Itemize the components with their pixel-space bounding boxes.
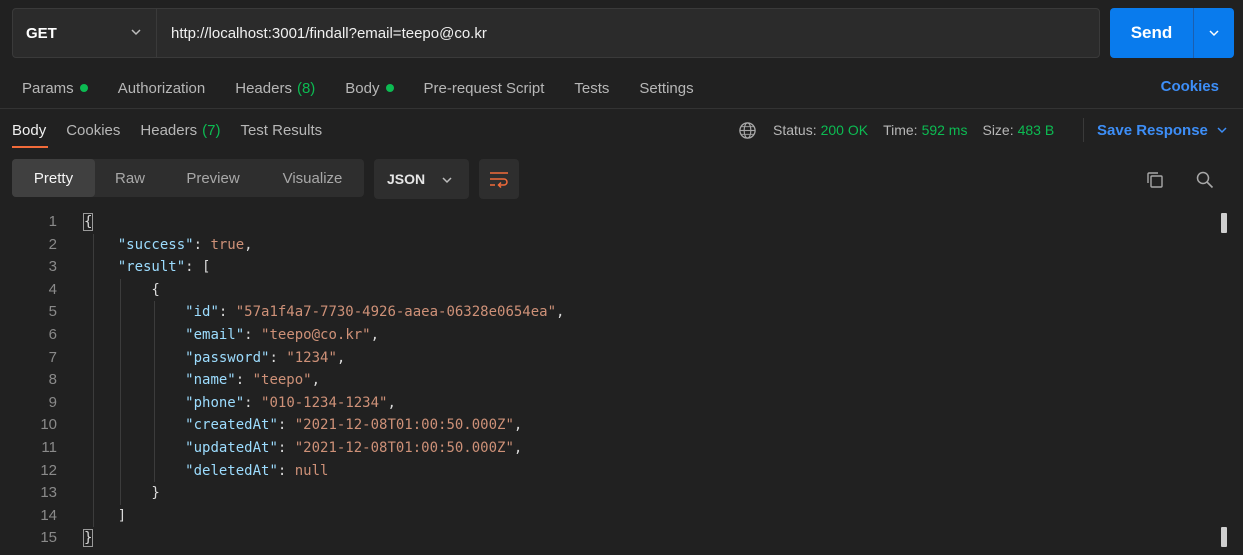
line-number: 14 xyxy=(40,506,57,524)
send-button[interactable]: Send xyxy=(1110,8,1194,58)
code-text: "success": true, xyxy=(117,236,253,253)
headers-count: (7) xyxy=(202,121,221,139)
code-text: { xyxy=(82,213,94,231)
save-response-label: Save Response xyxy=(1097,121,1208,139)
tab-label: Headers xyxy=(140,121,198,139)
line-number: 2 xyxy=(48,235,57,253)
tab-label: Authorization xyxy=(117,79,206,97)
line-number: 3 xyxy=(48,258,57,276)
tab-label: Test Results xyxy=(240,121,323,139)
wrap-lines-icon xyxy=(490,172,508,189)
tab-label: Tests xyxy=(574,79,610,97)
chevron-down-icon xyxy=(442,177,452,184)
url-text: http://localhost:3001/findall?email=teep… xyxy=(171,24,487,42)
scrollbar-marker[interactable] xyxy=(1221,213,1227,233)
line-number: 6 xyxy=(48,326,57,343)
format-label: JSON xyxy=(387,171,426,187)
divider xyxy=(0,108,1243,109)
tab-label: Settings xyxy=(639,79,694,97)
format-select[interactable]: JSON xyxy=(374,159,469,199)
size-label: Size: xyxy=(982,122,1014,138)
tab-pre-request-script[interactable]: Pre-request Script xyxy=(424,80,545,97)
time-value[interactable]: 592 ms xyxy=(922,122,968,138)
tab-label: Headers xyxy=(235,79,292,97)
method-label: GET xyxy=(26,24,57,42)
wrap-lines-button[interactable] xyxy=(479,159,519,199)
tab-label: Params xyxy=(22,79,74,97)
line-number: 9 xyxy=(48,393,57,411)
response-tab-test-results[interactable]: Test Results xyxy=(240,122,322,139)
tab-settings[interactable]: Settings xyxy=(639,80,693,97)
code-text: ] xyxy=(84,507,127,524)
response-meta: Status: 200 OK Time: 592 ms Size: 483 B xyxy=(738,119,1069,141)
tab-label: Cookies xyxy=(66,121,121,139)
size-value[interactable]: 483 B xyxy=(1018,122,1055,138)
indent-guide xyxy=(119,278,121,505)
copy-icon[interactable] xyxy=(1145,170,1165,195)
response-tabs: Body Cookies Headers (7) Test Results xyxy=(12,119,342,141)
response-body-editor[interactable]: 1 {2 "success": true, 3 "result": [ 4 {5 "i… xyxy=(0,211,1243,555)
globe-icon[interactable] xyxy=(738,121,757,140)
code-text: "result": [ xyxy=(117,259,211,276)
indent-guide xyxy=(154,301,156,483)
cookies-link[interactable]: Cookies xyxy=(1161,78,1219,95)
tab-body[interactable]: Body xyxy=(345,79,394,97)
code-text: "createdAt": "2021-12-08T01:00:50.000Z", xyxy=(185,417,523,434)
tab-label: Body xyxy=(12,121,47,139)
code-text: } xyxy=(82,529,94,548)
view-mode-toggle: Pretty Raw Preview Visualize xyxy=(12,159,364,197)
response-tab-headers[interactable]: Headers (7) xyxy=(140,122,220,139)
response-tab-body[interactable]: Body xyxy=(12,122,46,139)
send-dropdown-button[interactable] xyxy=(1194,8,1234,58)
line-number: 1 xyxy=(48,213,57,230)
tab-params[interactable]: Params xyxy=(22,80,88,97)
separator xyxy=(1083,118,1084,142)
headers-count: (8) xyxy=(296,79,316,97)
chevron-down-icon xyxy=(1209,30,1219,37)
send-button-group: Send xyxy=(1110,8,1234,58)
code-text: "phone": "010-1234-1234", xyxy=(185,394,396,411)
method-select[interactable]: GET xyxy=(13,9,157,57)
tab-label: Pre-request Script xyxy=(423,79,545,97)
line-number: 12 xyxy=(40,461,57,479)
tab-authorization[interactable]: Authorization xyxy=(118,80,206,97)
tab-headers[interactable]: Headers (8) xyxy=(235,80,315,97)
status-value[interactable]: 200 OK xyxy=(821,122,868,138)
view-raw-button[interactable]: Raw xyxy=(95,159,165,197)
tab-label: Body xyxy=(345,79,380,97)
line-number: 13 xyxy=(40,484,57,502)
active-tab-indicator xyxy=(12,146,48,148)
request-tabs: Params Authorization Headers (8) Body Pre… xyxy=(22,77,724,99)
line-number: 4 xyxy=(48,280,57,298)
save-response-button[interactable]: Save Response xyxy=(1097,119,1228,141)
view-visualize-button[interactable]: Visualize xyxy=(261,159,364,197)
code-text: { xyxy=(84,281,160,298)
request-bar: GET http://localhost:3001/findall?email=… xyxy=(12,8,1100,58)
code-text: } xyxy=(84,485,160,502)
chevron-down-icon xyxy=(1217,127,1227,134)
search-icon[interactable] xyxy=(1195,170,1215,195)
indent-guide xyxy=(93,233,95,528)
view-pretty-button[interactable]: Pretty xyxy=(12,159,95,197)
chevron-down-icon xyxy=(131,29,141,36)
line-number: 11 xyxy=(41,439,57,456)
code-text: "updatedAt": "2021-12-08T01:00:50.000Z", xyxy=(185,440,523,456)
code-text: "email": "teepo@co.kr", xyxy=(185,327,380,343)
response-tab-cookies[interactable]: Cookies xyxy=(66,122,120,139)
code-text: "id": "57a1f4a7-7730-4926-aaea-06328e065… xyxy=(185,304,565,321)
code-text: "password": "1234", xyxy=(185,349,346,366)
scrollbar-marker[interactable] xyxy=(1221,527,1227,547)
active-dot xyxy=(385,84,394,92)
url-input[interactable]: http://localhost:3001/findall?email=teep… xyxy=(157,9,1099,57)
time-label: Time: xyxy=(883,122,918,138)
status-label: Status: xyxy=(773,122,817,138)
line-number: 7 xyxy=(48,348,57,366)
line-number: 5 xyxy=(48,303,57,321)
line-number: 8 xyxy=(48,371,57,389)
line-number: 15 xyxy=(40,529,57,547)
view-preview-button[interactable]: Preview xyxy=(165,159,261,197)
tab-tests[interactable]: Tests xyxy=(574,80,609,97)
active-dot xyxy=(79,84,88,92)
line-number: 10 xyxy=(40,416,57,434)
